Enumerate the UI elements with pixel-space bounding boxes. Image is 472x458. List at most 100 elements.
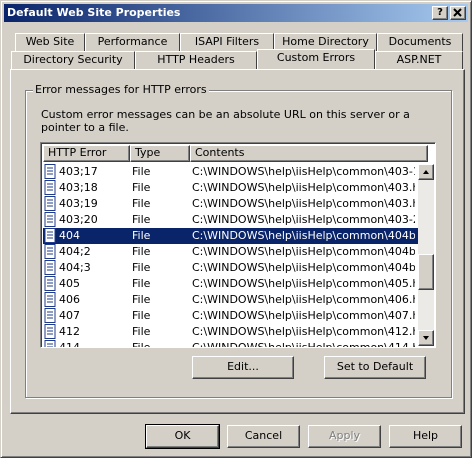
tab-label: Documents — [388, 35, 452, 48]
cell-http-error: 412 — [59, 325, 80, 338]
vertical-scrollbar[interactable] — [418, 164, 434, 346]
cell-type: File — [132, 325, 151, 338]
cell-contents: C:\WINDOWS\help\iisHelp\common\414.htm — [192, 341, 415, 348]
cell-type: File — [132, 341, 151, 348]
list-item[interactable]: 403;20 File C:\WINDOWS\help\iisHelp\common… — [43, 212, 419, 228]
cell-type: File — [132, 261, 151, 274]
tab-label: Home Directory — [282, 35, 369, 48]
cell-contents: C:\WINDOWS\help\iisHelp\common\404b.htm — [192, 261, 415, 274]
tab-label: Web Site — [25, 35, 75, 48]
cell-http-error: 404 — [59, 229, 80, 242]
list-item[interactable]: 403;18 File C:\WINDOWS\help\iisHelp\common… — [43, 180, 419, 196]
cell-http-error: 403;18 — [59, 181, 98, 194]
tab-http-headers[interactable]: HTTP Headers — [135, 51, 257, 69]
group-title: Error messages for HTTP errors — [33, 83, 209, 96]
document-icon — [44, 196, 56, 211]
list-item[interactable]: 404;2 File C:\WINDOWS\help\iisHelp\common\… — [43, 244, 419, 260]
list-item[interactable]: 405 File C:\WINDOWS\help\iisHelp\common\40… — [43, 276, 419, 292]
document-icon — [44, 212, 56, 227]
cell-http-error: 404;3 — [59, 261, 91, 274]
list-item[interactable]: 407 File C:\WINDOWS\help\iisHelp\common\40… — [43, 308, 419, 324]
document-icon — [44, 244, 56, 259]
button-label: Apply — [328, 429, 361, 442]
group-description: Custom error messages can be an absolute… — [41, 108, 410, 134]
document-icon — [44, 164, 56, 179]
button-label: Set to Default — [336, 360, 414, 373]
scroll-down-button[interactable] — [418, 330, 434, 346]
scroll-thumb[interactable] — [418, 254, 434, 290]
cell-http-error: 403;19 — [59, 197, 98, 210]
button-label: Help — [412, 429, 439, 442]
cell-http-error: 414 — [59, 341, 80, 348]
apply-button[interactable]: Apply — [308, 425, 381, 448]
title-bar[interactable]: Default Web Site Properties ? — [4, 4, 468, 22]
document-icon — [44, 180, 56, 195]
cancel-button[interactable]: Cancel — [227, 425, 300, 448]
tab-label: Directory Security — [23, 53, 123, 66]
cell-http-error: 406 — [59, 293, 80, 306]
cell-type: File — [132, 309, 151, 322]
help-button[interactable]: Help — [389, 425, 462, 448]
document-icon — [44, 324, 56, 339]
cell-type: File — [132, 165, 151, 178]
list-item[interactable]: 403;17 File C:\WINDOWS\help\iisHelp\common… — [43, 164, 419, 180]
cell-type: File — [132, 229, 151, 242]
tab-label: ISAPI Filters — [194, 35, 260, 48]
list-header: HTTP Error Type Contents — [43, 145, 428, 162]
column-label: Contents — [195, 146, 245, 159]
button-label: Cancel — [244, 429, 283, 442]
cell-contents: C:\WINDOWS\help\iisHelp\common\412.htm — [192, 325, 415, 338]
cell-type: File — [132, 277, 151, 290]
button-label: Edit... — [227, 360, 259, 373]
document-icon — [44, 308, 56, 323]
cell-http-error: 405 — [59, 277, 80, 290]
document-icon — [44, 276, 56, 291]
cell-contents: C:\WINDOWS\help\iisHelp\common\403-20.ht… — [192, 213, 415, 226]
cell-contents: C:\WINDOWS\help\iisHelp\common\407.htm — [192, 309, 415, 322]
tab-performance[interactable]: Performance — [85, 33, 180, 51]
tab-directory-security[interactable]: Directory Security — [11, 51, 135, 69]
close-icon — [453, 8, 462, 17]
cell-type: File — [132, 245, 151, 258]
column-header-http-error[interactable]: HTTP Error — [43, 145, 130, 162]
tab-custom-errors[interactable]: Custom Errors — [257, 49, 375, 69]
cell-http-error: 404;2 — [59, 245, 91, 258]
close-title-button[interactable] — [450, 6, 466, 20]
question-icon: ? — [437, 7, 443, 18]
cell-contents: C:\WINDOWS\help\iisHelp\common\403-17.ht… — [192, 165, 415, 178]
tab-label: Performance — [97, 35, 168, 48]
list-item[interactable]: 412 File C:\WINDOWS\help\iisHelp\common\41… — [43, 324, 419, 340]
errors-list[interactable]: HTTP Error Type Contents 403;17 File C:\WI… — [40, 142, 436, 348]
cell-contents: C:\WINDOWS\help\iisHelp\common\406.htm — [192, 293, 415, 306]
cell-http-error: 403;17 — [59, 165, 98, 178]
cell-contents: C:\WINDOWS\help\iisHelp\common\404b.htm — [192, 229, 415, 242]
document-icon — [44, 292, 56, 307]
list-item[interactable]: 403;19 File C:\WINDOWS\help\iisHelp\common… — [43, 196, 419, 212]
document-icon — [44, 340, 56, 347]
tab-web-site[interactable]: Web Site — [15, 33, 85, 51]
column-header-type[interactable]: Type — [130, 145, 190, 162]
cell-type: File — [132, 293, 151, 306]
cell-contents: C:\WINDOWS\help\iisHelp\common\403.htm — [192, 197, 415, 210]
document-icon — [44, 260, 56, 275]
ok-button[interactable]: OK — [145, 424, 220, 449]
cell-type: File — [132, 213, 151, 226]
scroll-up-button[interactable] — [418, 164, 434, 180]
document-icon — [44, 228, 56, 243]
column-label: HTTP Error — [48, 146, 107, 159]
edit-button[interactable]: Edit... — [192, 356, 294, 379]
list-item[interactable]: 404;3 File C:\WINDOWS\help\iisHelp\common\… — [43, 260, 419, 276]
column-header-contents[interactable]: Contents — [190, 145, 428, 162]
tab-label: ASP.NET — [396, 53, 442, 66]
set-default-button[interactable]: Set to Default — [324, 356, 426, 379]
list-item[interactable]: 414 File C:\WINDOWS\help\iisHelp\common\41… — [43, 340, 419, 348]
tab-label: HTTP Headers — [157, 53, 235, 66]
list-item[interactable]: 406 File C:\WINDOWS\help\iisHelp\common\40… — [43, 292, 419, 308]
cell-contents: C:\WINDOWS\help\iisHelp\common\403.htm — [192, 181, 415, 194]
window-title: Default Web Site Properties — [7, 6, 181, 19]
cell-http-error: 403;20 — [59, 213, 98, 226]
help-title-button[interactable]: ? — [432, 6, 448, 20]
tab-asp-net[interactable]: ASP.NET — [375, 51, 463, 69]
tab-documents[interactable]: Documents — [377, 33, 463, 51]
list-item[interactable]: 404 File C:\WINDOWS\help\iisHelp\common\40… — [43, 228, 419, 244]
